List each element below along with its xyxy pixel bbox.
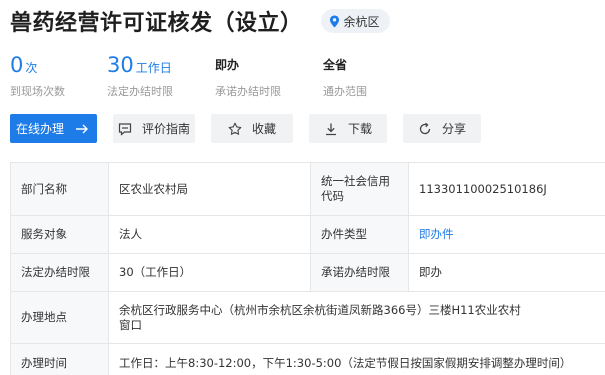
case-type-label: 办件类型 — [310, 215, 409, 254]
online-apply-label: 在线办理 — [16, 122, 65, 136]
download-icon — [325, 123, 336, 135]
share-label: 分享 — [441, 122, 466, 136]
stat-visits: 0次 到现场次数 — [10, 52, 65, 99]
table-row: 办理地点 余杭区行政服务中心（杭州市余杭区余杭街道凤新路366号）三楼H11农业… — [10, 291, 605, 344]
share-button[interactable]: 分享 — [403, 114, 481, 143]
title-row: 兽药经营许可证核发（设立） 余杭区 — [10, 6, 390, 36]
online-apply-button[interactable]: 在线办理 — [10, 114, 97, 143]
table-row: 部门名称 区农业农村局 统一社会信用代码 11330110002510186J — [10, 162, 605, 216]
stats-bar: 0次 到现场次数 30 工作日 法定办结时限 即办 承诺办结时限 全省 通办范围 — [10, 52, 530, 102]
table-row: 法定办结时限 30（工作日） 承诺办结时限 即办 — [10, 253, 605, 292]
dept-label: 部门名称 — [10, 162, 109, 216]
arrow-right-icon — [76, 124, 88, 133]
stat-legal-limit: 30 工作日 法定办结时限 — [107, 52, 173, 99]
evaluate-guide-button[interactable]: 评价指南 — [113, 114, 195, 143]
download-button[interactable]: 下载 — [309, 114, 387, 143]
case-type-link[interactable]: 即办件 — [408, 215, 605, 254]
table-row: 服务对象 法人 办件类型 即办件 — [10, 215, 605, 254]
stat-scope-label: 通办范围 — [323, 85, 367, 98]
favorite-button[interactable]: 收藏 — [211, 114, 293, 143]
location-pin-icon — [329, 14, 339, 28]
service-target-label: 服务对象 — [10, 215, 109, 254]
table-row: 办理时间 工作日：上午8:30-12:00，下午1:30-5:00（法定节假日按… — [10, 343, 605, 375]
stat-visits-value: 0 — [10, 53, 24, 77]
dept-value: 区农业农村局 — [108, 162, 311, 216]
promise-limit-label: 承诺办结时限 — [310, 253, 409, 292]
credit-code-value: 11330110002510186J — [408, 162, 605, 216]
location-label: 办理地点 — [10, 291, 109, 344]
service-info-table: 部门名称 区农业农村局 统一社会信用代码 11330110002510186J … — [10, 162, 605, 375]
location-value: 余杭区行政服务中心（杭州市余杭区余杭街道凤新路366号）三楼H11农业农村窗口 — [108, 291, 605, 344]
stat-promise-limit: 即办 承诺办结时限 — [215, 52, 281, 99]
service-target-value: 法人 — [108, 215, 311, 254]
stat-visits-label: 到现场次数 — [10, 85, 65, 98]
region-label: 余杭区 — [343, 14, 380, 29]
action-bar: 在线办理 评价指南 收藏 下载 分享 — [10, 114, 497, 143]
stat-promise-limit-value: 即办 — [215, 58, 240, 72]
share-icon — [419, 122, 431, 134]
stat-legal-limit-label: 法定办结时限 — [107, 85, 173, 98]
region-selector[interactable]: 余杭区 — [320, 9, 390, 33]
legal-limit-label: 法定办结时限 — [10, 253, 109, 292]
page-title: 兽药经营许可证核发（设立） — [10, 11, 303, 36]
download-label: 下载 — [347, 122, 372, 136]
stat-legal-limit-value: 30 — [107, 53, 134, 77]
comment-icon — [118, 122, 132, 136]
credit-code-label: 统一社会信用代码 — [310, 162, 409, 216]
promise-limit-value: 即办 — [408, 253, 605, 292]
office-hours-label: 办理时间 — [10, 343, 109, 375]
evaluate-guide-label: 评价指南 — [141, 122, 190, 136]
favorite-label: 收藏 — [251, 122, 276, 136]
stat-legal-limit-unit: 工作日 — [135, 61, 172, 75]
legal-limit-value: 30（工作日） — [108, 253, 311, 292]
office-hours-value: 工作日：上午8:30-12:00，下午1:30-5:00（法定节假日按国家假期安… — [108, 343, 605, 375]
stat-promise-limit-label: 承诺办结时限 — [215, 85, 281, 98]
stat-visits-unit: 次 — [25, 61, 38, 75]
star-icon — [228, 122, 242, 135]
stat-scope: 全省 通办范围 — [323, 52, 367, 99]
stat-scope-value: 全省 — [323, 58, 348, 72]
